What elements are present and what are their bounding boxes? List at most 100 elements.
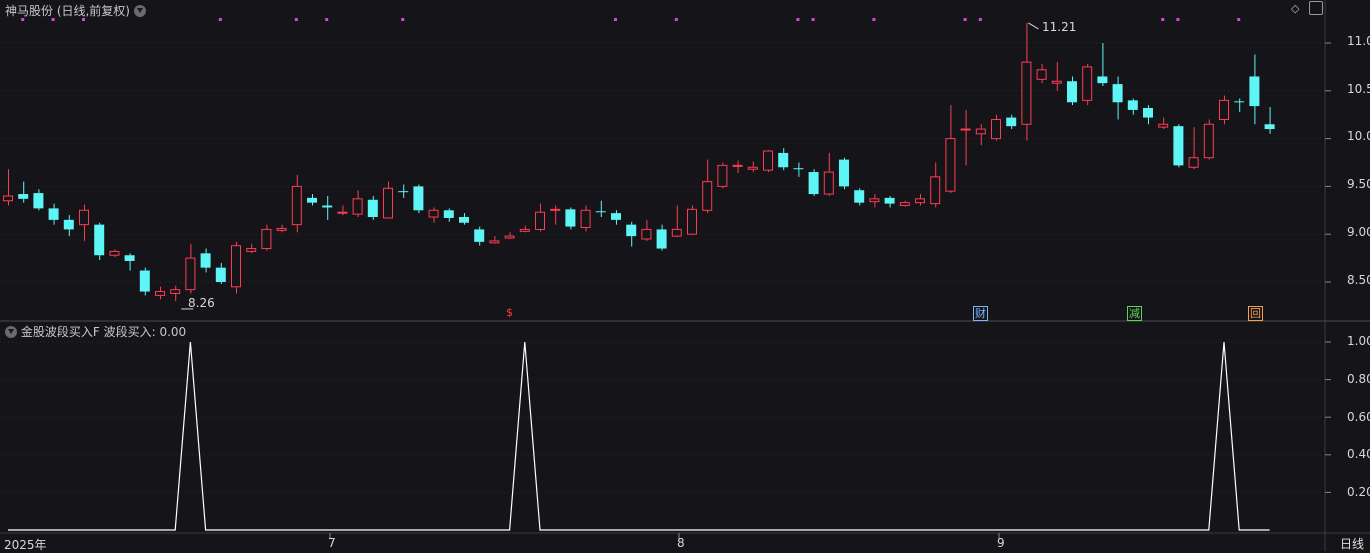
candle-body [94,224,105,256]
candle-body [1082,66,1093,101]
candle-body [580,209,591,229]
candle-body [550,208,561,211]
indicator-tick: 0.40 [1347,447,1370,461]
candle-body [899,202,910,207]
candle-body [337,211,348,214]
price-tick: 11.00 [1347,34,1370,48]
candle-body [839,159,849,187]
indicator-value: 0.00 [159,325,187,339]
candle-body [747,166,758,170]
candle-body [63,219,74,230]
signal-dot [963,18,967,21]
candle-body [1127,100,1138,110]
candle-body [307,197,317,203]
diamond-icon[interactable]: ◇ [1291,2,1299,15]
signal-dot [1161,18,1165,21]
candle-body [322,205,333,208]
window-toggle-icon[interactable] [1309,1,1323,15]
stock-title: 神马股份 (日线,前复权) [5,4,130,18]
candle-body [991,118,1001,140]
title-dropdown-icon[interactable] [133,5,146,17]
candle-body [763,150,773,171]
candle-body [808,172,819,195]
candle-body [1097,76,1108,84]
indicator-line [8,341,1270,531]
event-marker-dividend[interactable]: $ [505,306,514,319]
signal-dot [978,18,982,21]
chart-title-bar: 神马股份 (日线,前复权) [5,2,146,19]
candle-body [869,198,880,203]
candle-body [1006,117,1017,127]
period-label[interactable]: 日线 [1340,535,1364,552]
candle-body [1112,84,1123,103]
x-axis-label: 9 [997,536,1005,550]
candle-body [915,198,925,204]
candle-body [139,270,150,292]
candle-body [823,171,834,195]
event-marker-finance[interactable]: 财 [973,306,988,321]
candle-body [930,176,941,205]
candle-body [109,250,120,256]
candle-body [367,199,378,217]
candle-body [398,191,409,193]
candle-body [1219,99,1229,120]
event-marker-reduce[interactable]: 减 [1127,306,1142,321]
candle-body [535,211,545,230]
candle-body [611,213,621,220]
indicator-tick: 1.00 [1347,334,1370,348]
indicator-tick: 0.80 [1347,372,1370,386]
indicator-value-label: 波段买入: [103,325,156,339]
high-price-label: 11.21 [1042,20,1077,34]
candle-body [1188,157,1199,168]
event-marker-buyback[interactable]: 回 [1248,306,1263,321]
candle-body [945,138,956,192]
candle-body [595,211,606,213]
candle-body [1021,61,1032,125]
candle-body [565,209,576,227]
candle-body [1173,126,1184,166]
candle-body [231,245,241,288]
signal-dot [674,18,678,21]
candle-body [960,128,971,131]
candle-body [383,187,393,219]
indicator-title-bar: 金股波段买入F 波段买入: 0.00 [5,323,186,340]
candle-body [276,227,287,231]
candle-body [443,210,454,218]
candle-body [155,291,165,296]
candle-body [3,195,13,202]
candle-body [717,164,728,187]
chart-canvas[interactable] [0,0,1370,551]
candle-body [170,289,181,294]
candle-body [48,208,59,220]
candle-body [200,253,211,268]
candle-body [732,164,743,167]
candle-body [1249,76,1260,107]
candle-body [884,197,895,204]
candle-body [459,216,469,223]
indicator-dropdown-icon[interactable] [5,326,17,338]
signal-dot [1176,18,1180,21]
candle-body [215,267,226,282]
indicator-name: 金股波段买入F [20,325,100,339]
candle-body [18,194,29,199]
candle-body [33,193,44,209]
signal-dot [218,18,222,21]
candle-body [1203,123,1214,159]
high-arrow [1028,22,1039,30]
candle-body [185,257,196,291]
signal-dot [294,18,298,21]
candle-body [778,152,789,168]
candle-body [641,228,652,240]
x-axis-label: 8 [677,536,685,550]
candle-body [352,198,363,215]
candle-body [793,168,804,170]
price-tick: 10.00 [1347,129,1370,143]
candle-body [687,208,697,235]
signal-dot [401,18,405,21]
candle-body [291,185,302,226]
signal-dot [1237,18,1241,21]
price-tick: 9.50 [1347,177,1370,191]
low-price-label: 8.26 [188,296,215,310]
candle-body [1234,101,1245,103]
indicator-tick: 0.60 [1347,410,1370,424]
